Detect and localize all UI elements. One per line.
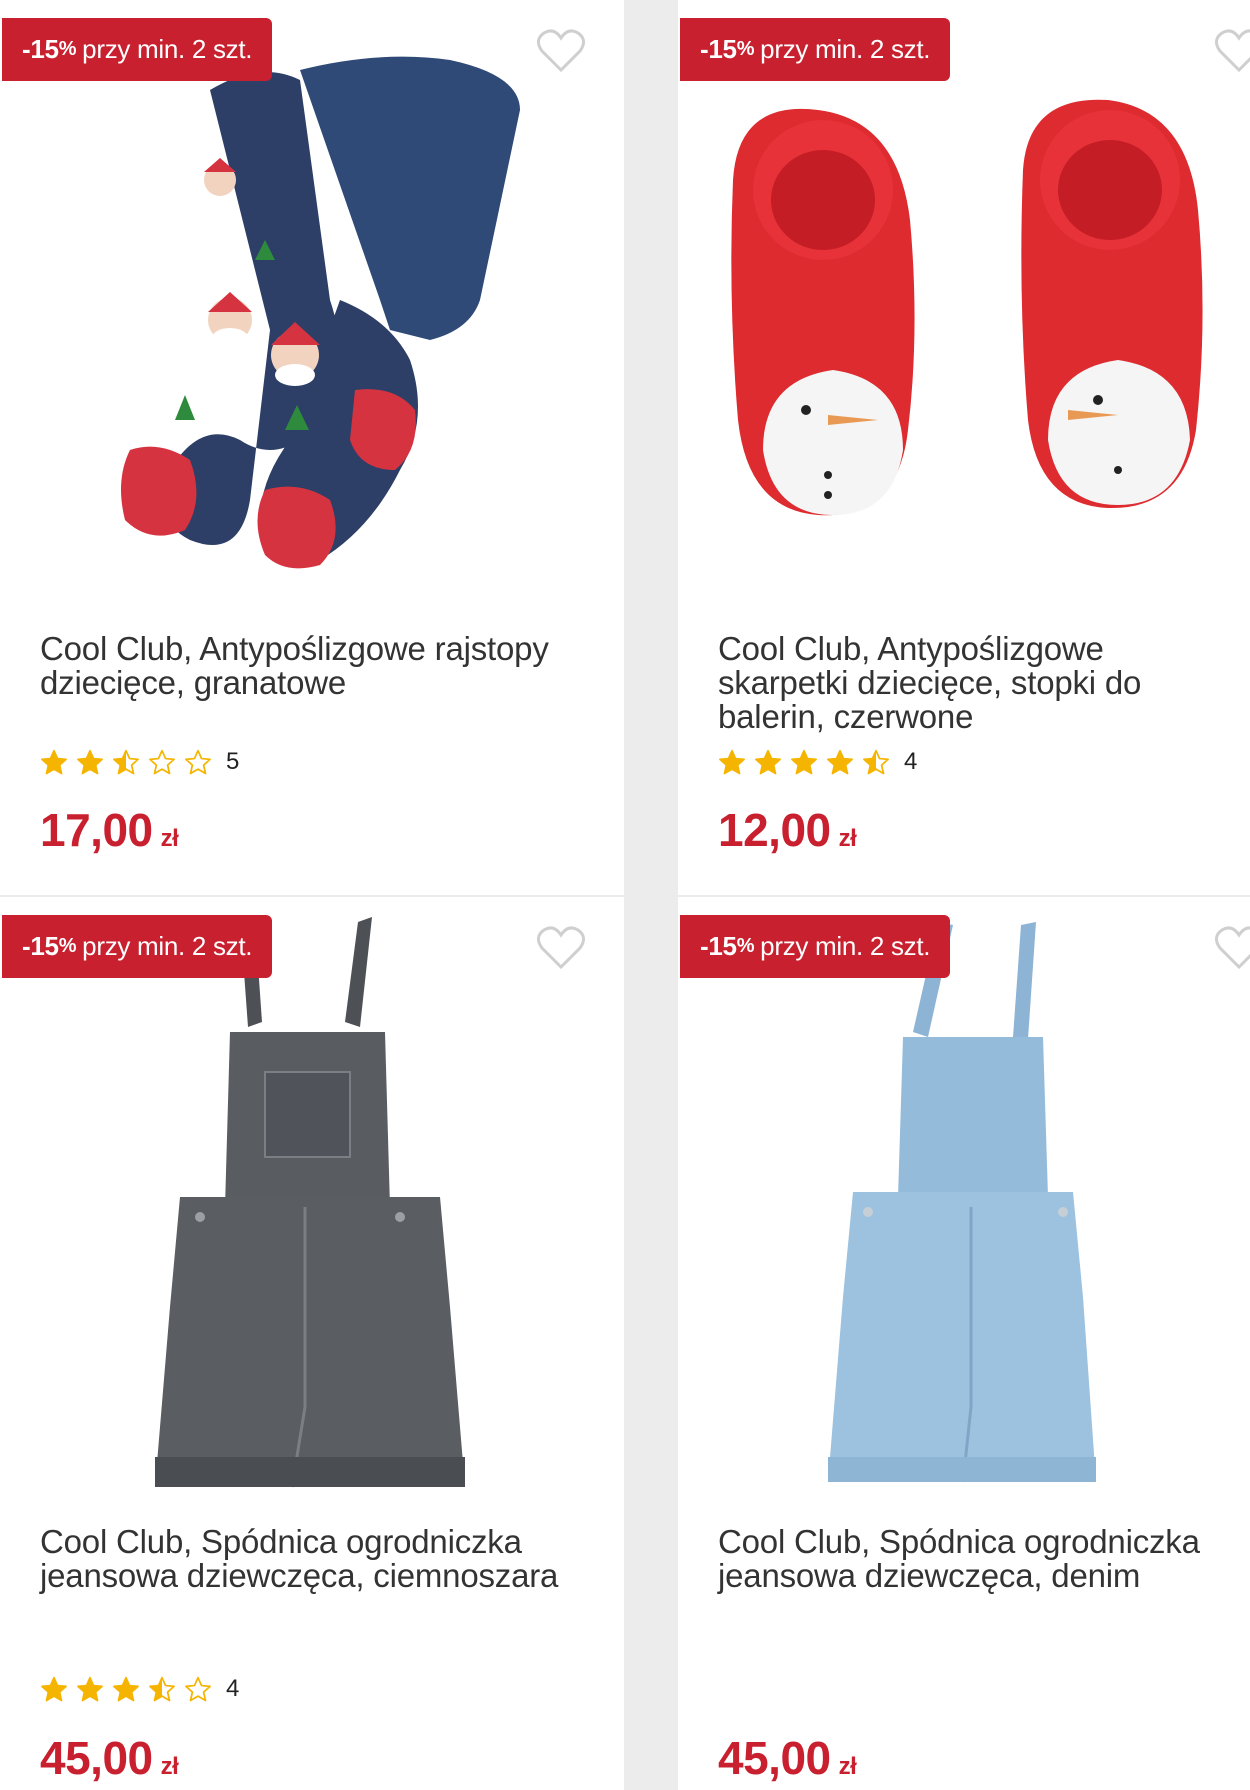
rating: 4: [718, 748, 917, 776]
product-image[interactable]: [678, 897, 1250, 1507]
product-price: 45,00 zł: [40, 1732, 179, 1784]
star-icon: [185, 749, 211, 775]
heart-icon[interactable]: [1214, 28, 1250, 74]
product-title[interactable]: Cool Club, Antypoślizgowe rajstopy dziec…: [40, 632, 580, 700]
rating: 4: [40, 1675, 239, 1703]
heart-icon[interactable]: [536, 28, 586, 74]
product-card[interactable]: -15% przy min. 2 szt. Cool Club, Spódnic…: [678, 897, 1250, 1790]
star-icon: [719, 749, 745, 775]
product-title[interactable]: Cool Club, Spódnica ogrodniczka jeansowa…: [718, 1525, 1218, 1593]
product-image[interactable]: [0, 897, 624, 1507]
product-card[interactable]: -15% przy min. 2 szt. Cool Club, Spódnic…: [0, 897, 624, 1790]
star-icon: [77, 1676, 103, 1702]
star-icon: [755, 749, 781, 775]
star-icon: [77, 749, 103, 775]
promo-badge: -15% przy min. 2 szt.: [2, 18, 273, 81]
star-icon: [185, 1676, 211, 1702]
product-image[interactable]: [0, 0, 624, 600]
heart-icon[interactable]: [536, 925, 586, 971]
product-card[interactable]: -15% przy min. 2 szt. Cool Club, Antypoś…: [678, 0, 1250, 895]
product-price: 12,00 zł: [718, 804, 857, 856]
rating-count: 4: [904, 748, 918, 775]
star-icon: [827, 749, 853, 775]
heart-icon[interactable]: [1214, 925, 1250, 971]
promo-badge: -15% przy min. 2 szt.: [2, 915, 273, 978]
product-card[interactable]: -15% przy min. 2 szt. Cool Club, Antypoś…: [0, 0, 624, 895]
product-grid: -15% przy min. 2 szt. Cool Club, Antypoś…: [0, 0, 1250, 1790]
star-icon: [863, 749, 889, 775]
rating: 5: [40, 748, 239, 776]
star-icon: [149, 749, 175, 775]
promo-badge: -15% przy min. 2 szt.: [680, 18, 951, 81]
product-image[interactable]: [678, 0, 1250, 600]
star-icon: [149, 1676, 175, 1702]
star-icon: [41, 749, 67, 775]
product-title[interactable]: Cool Club, Antypoślizgowe skarpetki dzie…: [718, 632, 1218, 734]
star-icon: [113, 1676, 139, 1702]
rating-count: 4: [226, 1675, 240, 1702]
promo-badge: -15% przy min. 2 szt.: [680, 915, 951, 978]
product-price: 17,00 zł: [40, 804, 179, 856]
product-price: 45,00 zł: [718, 1732, 857, 1784]
rating-count: 5: [226, 748, 240, 775]
star-icon: [113, 749, 139, 775]
star-icon: [41, 1676, 67, 1702]
product-title[interactable]: Cool Club, Spódnica ogrodniczka jeansowa…: [40, 1525, 580, 1593]
star-icon: [791, 749, 817, 775]
